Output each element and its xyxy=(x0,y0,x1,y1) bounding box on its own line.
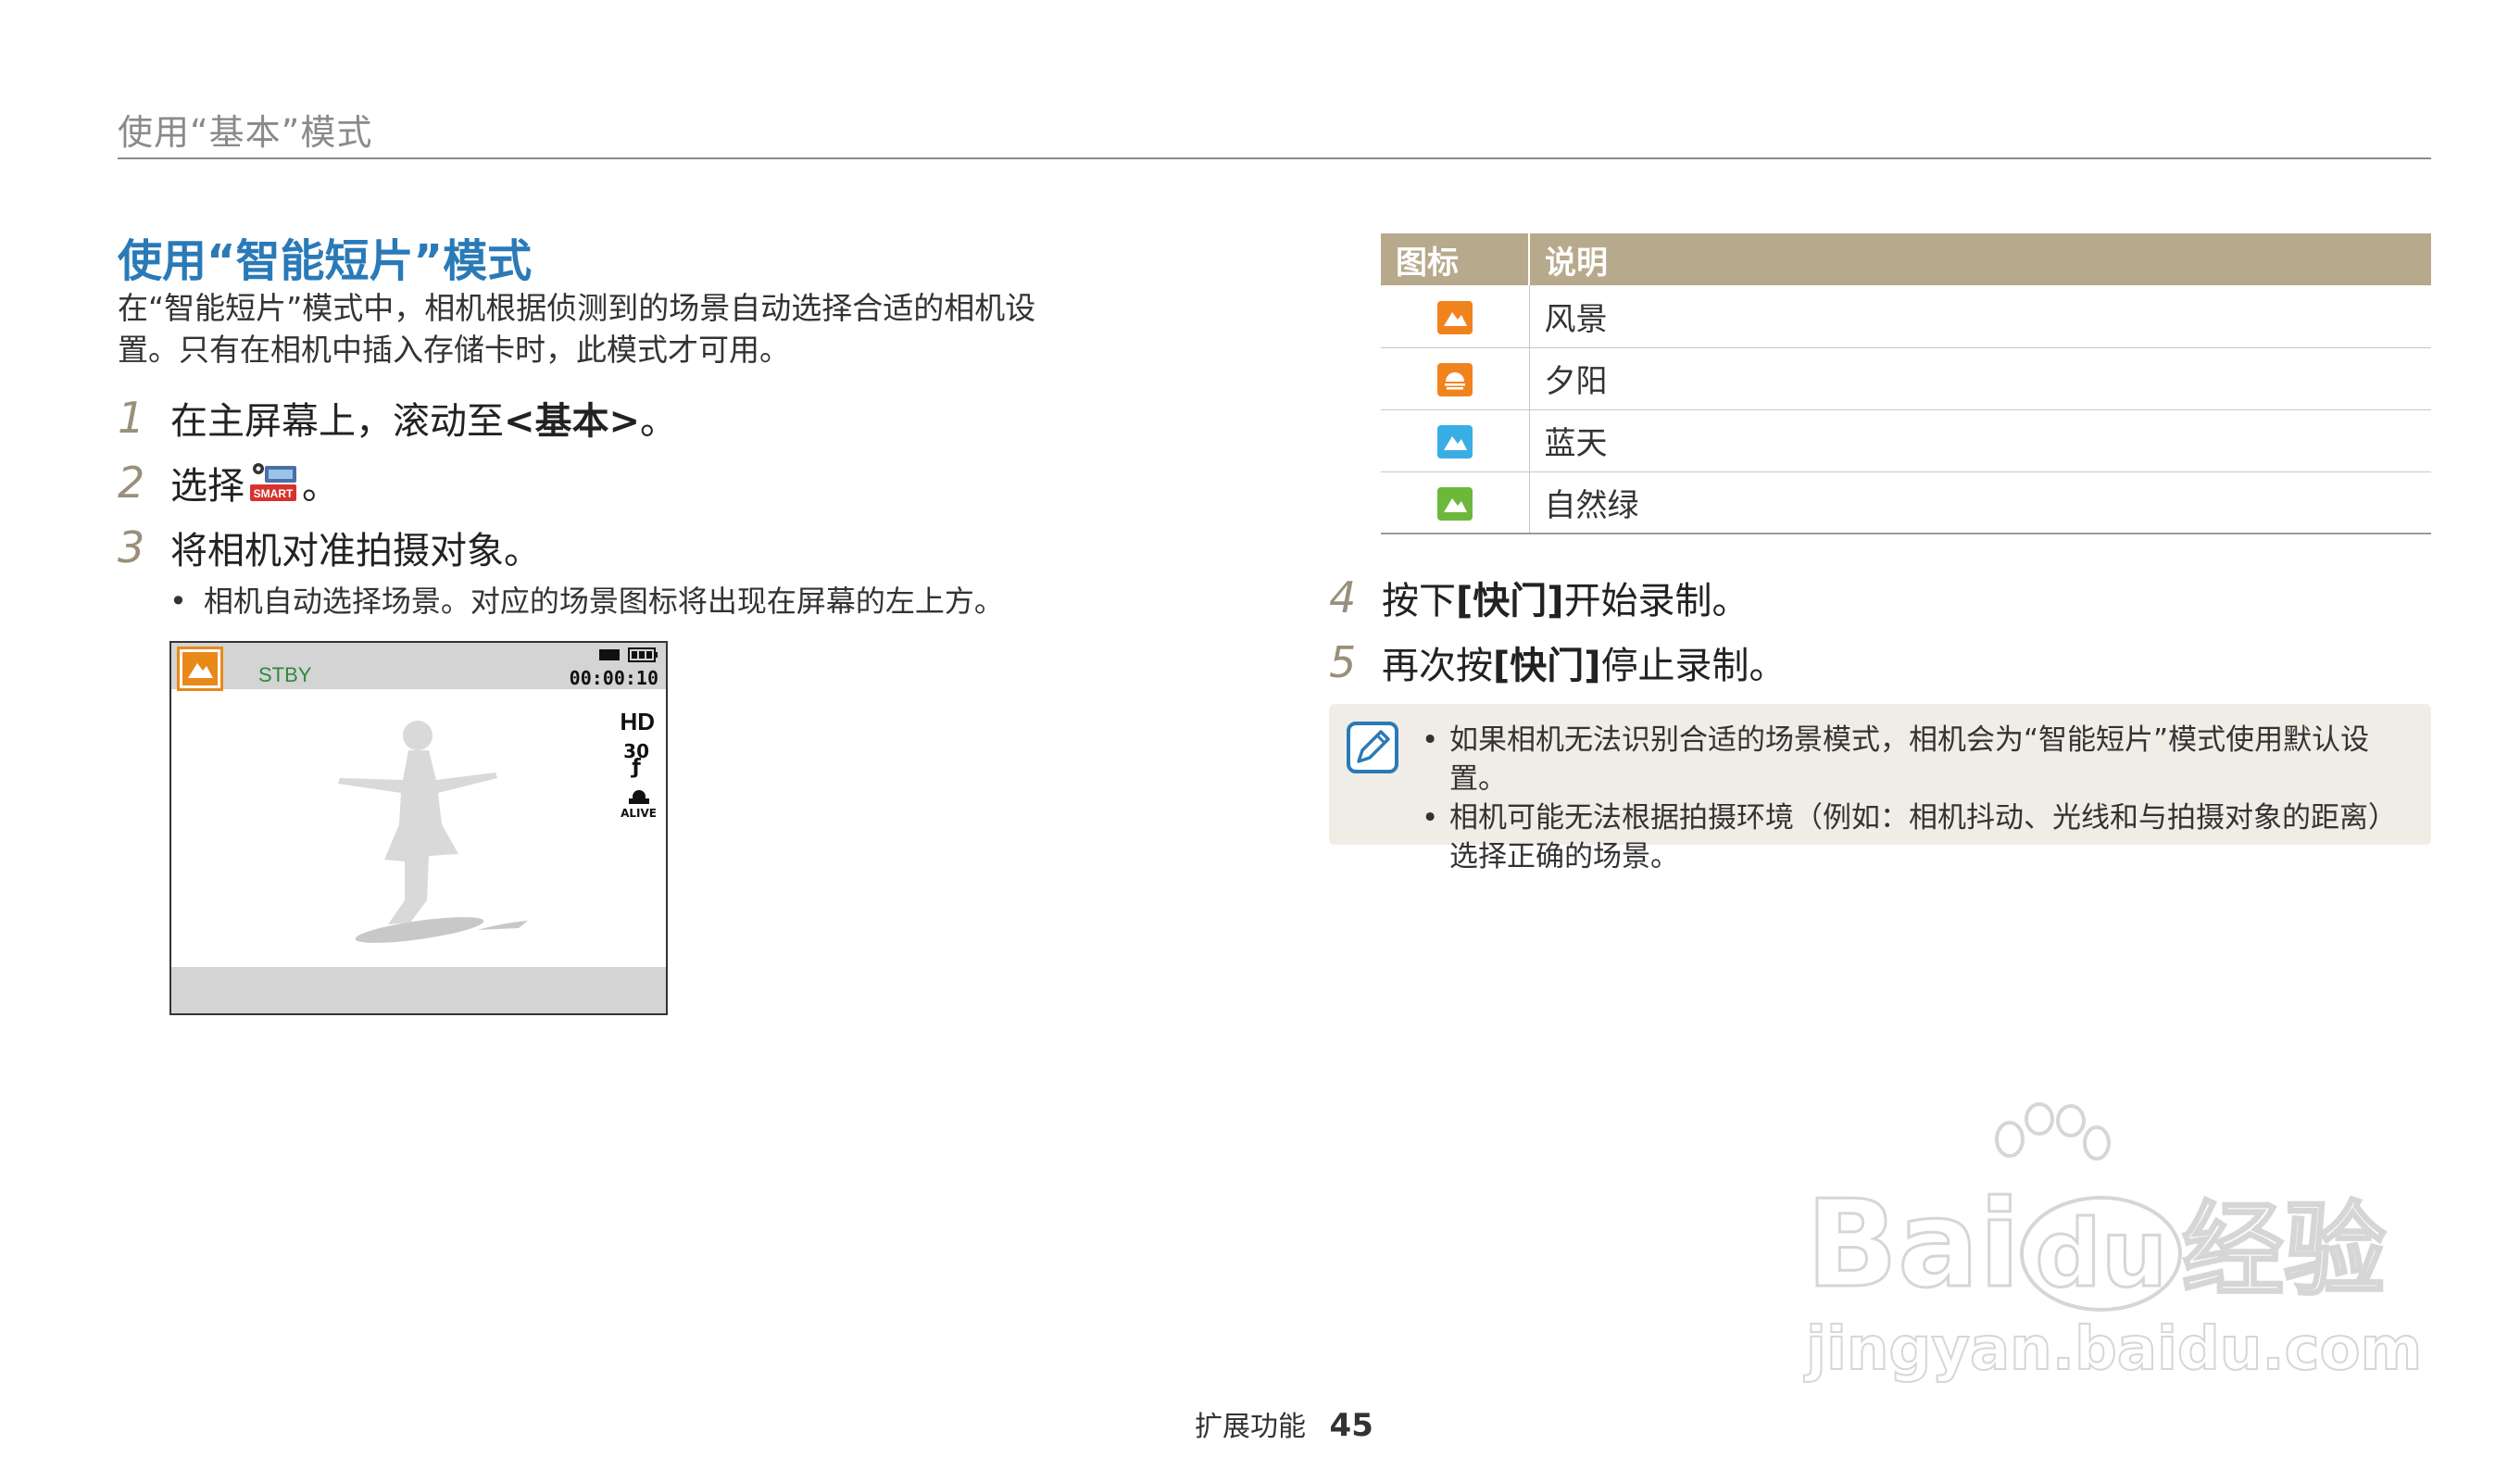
table-row: 夕阳 xyxy=(1381,347,2431,410)
note-item: 如果相机无法识别合适的场景模式，相机会为“智能短片”模式使用默认设置。 xyxy=(1422,721,2413,798)
step-text: 再次按 xyxy=(1382,645,1493,687)
note-box: 如果相机无法识别合适的场景模式，相机会为“智能短片”模式使用默认设置。 相机可能… xyxy=(1329,704,2431,873)
step-text-end: 开始录制。 xyxy=(1563,580,1749,622)
table-cell-label: 风景 xyxy=(1529,285,2431,348)
note-pencil-icon xyxy=(1347,722,1398,773)
step-4: 4 按下 [快门] 开始录制。 xyxy=(1329,571,1749,624)
step-number: 3 xyxy=(118,522,145,572)
baidu-watermark: Bai du 经验 jingyan.baidu.com xyxy=(1804,1102,2423,1399)
step-button-name: [快门] xyxy=(1456,580,1564,622)
header-divider xyxy=(118,157,2431,159)
step-3: 3 将相机对准拍摄对象。 xyxy=(118,521,541,574)
note-item: 相机可能无法根据拍摄环境（例如：相机抖动、光线和与拍摄对象的距离）选择正确的场景… xyxy=(1422,798,2413,876)
scene-icon-table: 图标 说明 风景 夕阳 蓝天 自然绿 xyxy=(1381,233,2431,534)
step-text-end: 。 xyxy=(302,465,339,508)
camera-status: STBY xyxy=(258,663,312,686)
landscape-icon xyxy=(177,647,223,691)
intro-line-1: 在“智能短片”模式中，相机根据侦测到的场景自动选择合适的相机设 xyxy=(118,290,1036,326)
table-row: 自然绿 xyxy=(1381,471,2431,534)
table-cell-label: 夕阳 xyxy=(1529,347,2431,410)
step-1: 1 在主屏幕上，滚动至 <基本> 。 xyxy=(118,391,677,445)
step-3-bullet: 相机自动选择场景。对应的场景图标将出现在屏幕的左上方。 xyxy=(169,578,1004,621)
step-button-name: [快门] xyxy=(1493,645,1601,687)
note-list: 如果相机无法识别合适的场景模式，相机会为“智能短片”模式使用默认设置。 相机可能… xyxy=(1422,721,2413,876)
video-quality-hd: HD xyxy=(620,708,655,735)
natural-green-icon xyxy=(1436,486,1473,521)
section-title: 使用“智能短片”模式 xyxy=(118,235,533,287)
page-footer: 扩展功能 45 xyxy=(1195,1403,1373,1444)
table-header-row: 图标 说明 xyxy=(1381,233,2431,285)
step-menu-name: <基本> xyxy=(504,400,641,443)
table-cell-label: 蓝天 xyxy=(1529,409,2431,472)
landscape-icon xyxy=(1436,300,1473,334)
step-5: 5 再次按 [快门] 停止录制。 xyxy=(1329,635,1787,689)
intro-line-2: 置。只有在相机中插入存储卡时，此模式才可用。 xyxy=(118,332,790,368)
footer-section: 扩展功能 xyxy=(1195,1411,1306,1443)
step-text: 按下 xyxy=(1382,580,1456,622)
table-row: 风景 xyxy=(1381,285,2431,348)
camera-bottom-bar xyxy=(171,967,666,1013)
step-number: 4 xyxy=(1329,572,1357,622)
camera-timer: 00:00:10 xyxy=(570,647,658,689)
step-number: 1 xyxy=(118,393,145,443)
step-text: 选择 xyxy=(170,465,244,508)
smart-alive-icon: ALIVE xyxy=(621,789,657,820)
step-text-end: 。 xyxy=(640,400,678,443)
table-header-icon: 图标 xyxy=(1381,233,1530,285)
battery-icon xyxy=(599,647,658,662)
step-number: 5 xyxy=(1329,637,1357,687)
step-text-end: 停止录制。 xyxy=(1600,645,1787,687)
step-2: 2 选择 SMART 。 xyxy=(118,456,339,509)
table-row: 蓝天 xyxy=(1381,409,2431,472)
watermark-url: jingyan.baidu.com xyxy=(1805,1314,2423,1385)
table-header-description: 说明 xyxy=(1529,233,2431,285)
smart-icon-label: SMART xyxy=(254,487,294,500)
table-cell-label: 自然绿 xyxy=(1529,471,2431,534)
smart-movie-icon: SMART xyxy=(248,462,298,503)
dancer-silhouette xyxy=(338,721,528,943)
intro-paragraph: 在“智能短片”模式中，相机根据侦测到的场景自动选择合适的相机设 置。只有在相机中… xyxy=(118,287,1183,371)
page-number: 45 xyxy=(1329,1407,1373,1444)
frame-rate-icon: 30 ƒ xyxy=(623,740,649,779)
blue-sky-icon xyxy=(1436,425,1473,459)
running-header: 使用“基本”模式 xyxy=(118,112,373,153)
step-text: 将相机对准拍摄对象。 xyxy=(170,530,541,572)
watermark-brand: Bai du 经验 xyxy=(1804,1173,2387,1316)
step-number: 2 xyxy=(118,458,145,508)
step-text: 在主屏幕上，滚动至 xyxy=(170,400,504,443)
camera-screen-illustration: STBY 00:00:10 HD 30 ƒ ALIVE xyxy=(169,641,668,1015)
sunset-icon xyxy=(1436,363,1473,396)
